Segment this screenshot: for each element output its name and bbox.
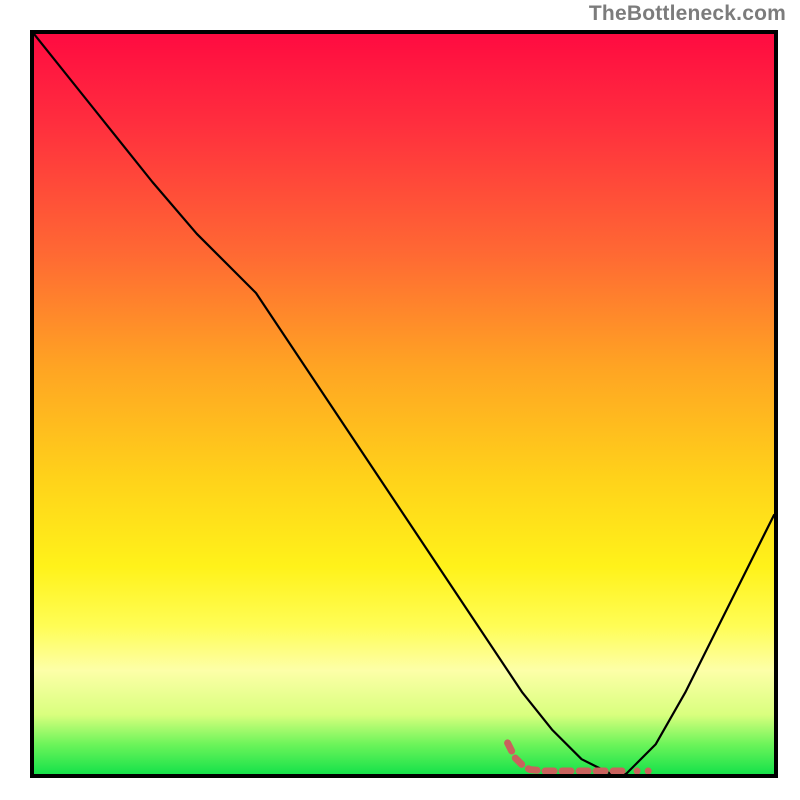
watermark-text: TheBottleneck.com: [589, 2, 786, 26]
chart-container: TheBottleneck.com: [0, 0, 800, 800]
plot-frame: [30, 30, 778, 778]
plot-svg: [34, 34, 774, 774]
bottleneck-curve: [34, 34, 774, 774]
